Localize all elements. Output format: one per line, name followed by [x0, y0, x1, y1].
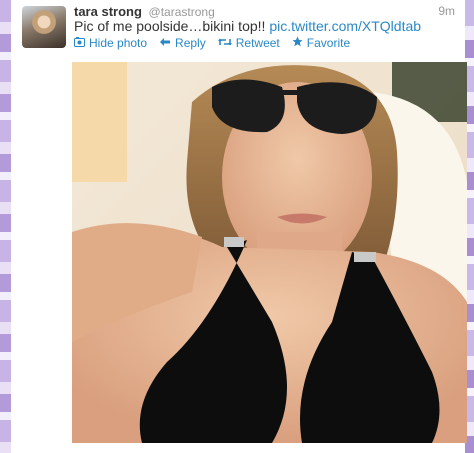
tweet-text: Pic of me poolside…bikini top!! pic.twit… — [74, 18, 455, 34]
tweet-body: Pic of me poolside…bikini top!! — [74, 18, 270, 34]
hide-photo-label: Hide photo — [89, 36, 148, 50]
user-name[interactable]: tara strong — [74, 4, 142, 19]
avatar[interactable] — [22, 6, 66, 48]
photo-illustration — [72, 62, 467, 443]
retweet-label: Retweet — [235, 36, 280, 50]
user-handle[interactable]: @tarastrong — [149, 5, 215, 19]
favorite-button[interactable]: Favorite — [292, 36, 350, 50]
tweet-photo[interactable] — [72, 62, 467, 443]
reply-label: Reply — [175, 36, 206, 50]
star-icon — [292, 36, 303, 50]
photo-icon — [74, 36, 85, 50]
favorite-label: Favorite — [306, 36, 351, 50]
tweet-timestamp[interactable]: 9m — [438, 4, 455, 18]
photo-link[interactable]: pic.twitter.com/XTQldtab — [269, 18, 421, 34]
retweet-icon — [217, 37, 232, 50]
left-background-strip — [0, 0, 11, 453]
reply-button[interactable]: Reply — [159, 36, 206, 50]
retweet-button[interactable]: Retweet — [217, 36, 280, 50]
tweet-card: tara strong @tarastrong 9m Pic of me poo… — [11, 0, 467, 453]
hide-photo-button[interactable]: Hide photo — [74, 36, 147, 50]
tweet-actions: Hide photo Reply Retweet Favorite — [74, 36, 350, 50]
reply-arrow-icon — [159, 37, 171, 50]
